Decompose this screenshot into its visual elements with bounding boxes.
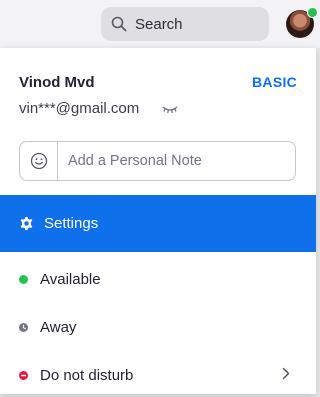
settings-label: Settings bbox=[44, 215, 98, 232]
status-do-not-disturb[interactable]: Do not disturb bbox=[0, 353, 316, 397]
top-bar: Search bbox=[0, 0, 320, 48]
user-email: vin***@gmail.com bbox=[19, 100, 139, 117]
personal-note-input[interactable] bbox=[58, 141, 295, 181]
status-label: Do not disturb bbox=[40, 367, 133, 384]
user-name: Vinod Mvd bbox=[19, 74, 95, 91]
search-icon bbox=[111, 16, 127, 32]
dropdown-caret bbox=[290, 89, 304, 103]
search-button[interactable]: Search bbox=[101, 7, 269, 41]
status-away[interactable]: Away bbox=[0, 305, 316, 349]
emoji-button[interactable] bbox=[20, 142, 58, 180]
personal-note-field[interactable] bbox=[19, 141, 296, 181]
profile-dropdown-panel: Vinod Mvd BASIC vin***@gmail.com Setting… bbox=[0, 48, 316, 394]
chevron-right-icon bbox=[282, 367, 290, 380]
status-available[interactable]: Available bbox=[0, 257, 316, 301]
settings-menu-item[interactable]: Settings bbox=[0, 195, 316, 252]
gear-icon bbox=[19, 216, 34, 231]
online-status-indicator bbox=[307, 7, 318, 18]
status-label: Available bbox=[40, 271, 101, 288]
plan-badge[interactable]: BASIC bbox=[252, 74, 297, 90]
do-not-disturb-icon bbox=[19, 371, 28, 380]
smiley-icon bbox=[30, 152, 48, 170]
show-email-icon[interactable] bbox=[162, 105, 178, 115]
status-label: Away bbox=[40, 319, 76, 336]
available-dot-icon bbox=[19, 275, 28, 284]
clock-icon bbox=[19, 323, 28, 332]
search-label: Search bbox=[135, 16, 183, 33]
